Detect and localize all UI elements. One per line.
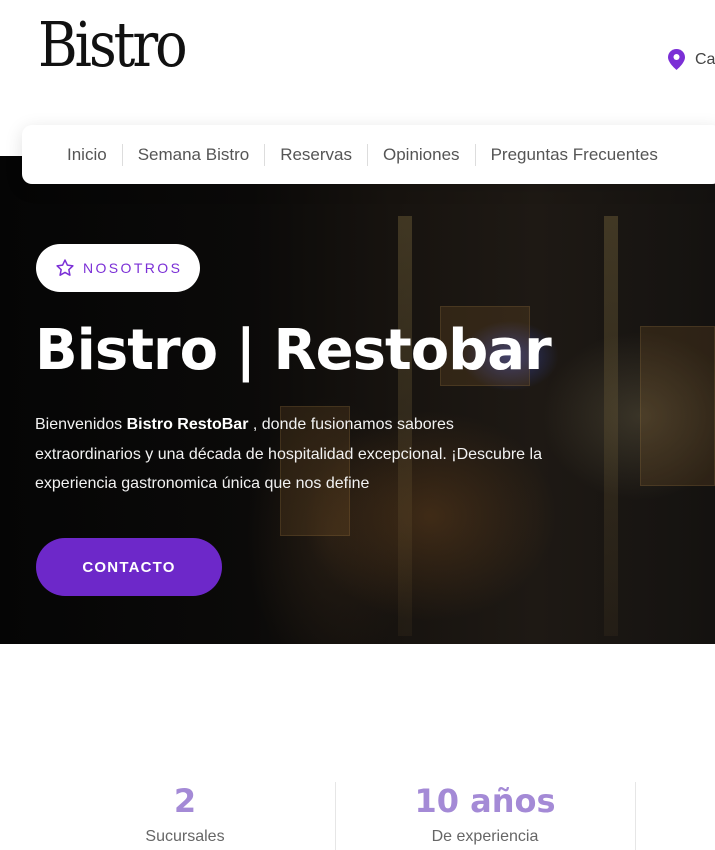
main-navigation: Inicio Semana Bistro Reservas Opiniones …	[22, 125, 715, 184]
stat-experience: 10 años De experiencia	[385, 782, 585, 846]
nav-item-reservas[interactable]: Reservas	[265, 143, 368, 166]
nav-item-semana-bistro[interactable]: Semana Bistro	[123, 143, 266, 166]
stats-section: 2 Sucursales 10 años De experiencia	[0, 770, 715, 850]
nav-item-preguntas-frecuentes[interactable]: Preguntas Frecuentes	[476, 144, 673, 166]
hero-desc-brand: Bistro RestoBar	[126, 416, 249, 433]
hero-background-detail	[640, 326, 715, 486]
stat-label: Sucursales	[145, 828, 225, 845]
hero-desc-prefix: Bienvenidos	[35, 416, 127, 433]
stat-branches: 2 Sucursales	[95, 782, 275, 846]
map-pin-icon	[668, 49, 685, 70]
stat-value: 2	[173, 782, 197, 820]
section-badge: NOSOTROS	[36, 244, 200, 292]
hero-description: Bienvenidos Bistro RestoBar , donde fusi…	[35, 410, 555, 499]
stat-divider	[635, 782, 636, 850]
star-icon	[56, 259, 74, 276]
location-text: Ca	[695, 50, 715, 68]
hero-title: Bistro | Restobar	[35, 318, 552, 383]
bistro-logo[interactable]: Bistro	[38, 13, 188, 76]
hero-background-detail	[604, 216, 618, 636]
location-link[interactable]: Ca	[668, 49, 715, 70]
stat-value: 10 años	[414, 782, 556, 820]
nav-item-opiniones[interactable]: Opiniones	[368, 143, 476, 166]
badge-label: NOSOTROS	[83, 260, 183, 276]
stat-label: De experiencia	[431, 828, 539, 845]
nav-item-inicio[interactable]: Inicio	[52, 143, 123, 166]
contact-button[interactable]: CONTACTO	[36, 538, 222, 596]
stat-divider	[335, 782, 336, 850]
